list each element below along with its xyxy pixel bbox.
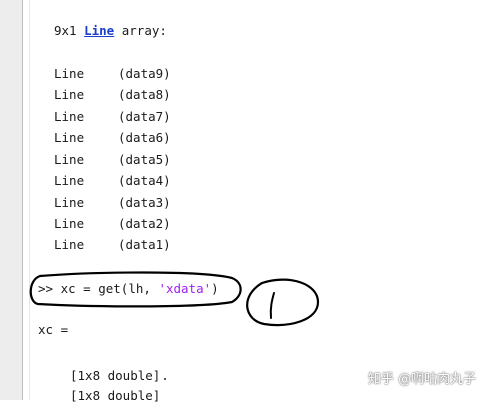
line-type: Line (54, 87, 85, 102)
line-tag: (data6) (118, 130, 171, 145)
line-type: Line (54, 195, 85, 210)
line-tag: (data5) (118, 152, 171, 167)
command-code: xc = get(lh, (60, 281, 159, 296)
line-type: Line (54, 216, 85, 231)
output-cell: [1x8 double] (70, 368, 161, 383)
line-type: Line (54, 173, 85, 188)
output-cell: [1x8 double] (70, 388, 161, 403)
command-code-end: ) (211, 281, 219, 296)
line-class-link[interactable]: Line (84, 23, 114, 38)
line-tag: (data3) (118, 195, 171, 210)
cursor-mark (164, 378, 166, 380)
line-type: Line (54, 152, 85, 167)
line-tag: (data7) (118, 109, 171, 124)
array-size: 9x1 (54, 23, 77, 38)
array-header: 9x1 Line array: (54, 23, 167, 39)
command-window[interactable]: 9x1 Line array: Line (data9) Line (data8… (0, 0, 500, 403)
line-type: Line (54, 66, 85, 81)
line-tag: (data8) (118, 87, 171, 102)
output-variable: xc = (38, 322, 69, 337)
command-string-arg: 'xdata' (158, 281, 212, 296)
line-tag: (data9) (118, 66, 171, 81)
command-line[interactable]: >> xc = get(lh, 'xdata') (38, 281, 219, 297)
line-type: Line (54, 237, 85, 252)
line-tag: (data2) (118, 216, 171, 231)
line-type: Line (54, 130, 85, 145)
watermark: 知乎 @啊咕肉丸子 (368, 372, 477, 387)
line-type: Line (54, 109, 85, 124)
array-suffix: array: (121, 23, 167, 38)
line-tag: (data1) (118, 237, 171, 252)
line-tag: (data4) (118, 173, 171, 188)
command-prompt: >> (38, 281, 54, 296)
